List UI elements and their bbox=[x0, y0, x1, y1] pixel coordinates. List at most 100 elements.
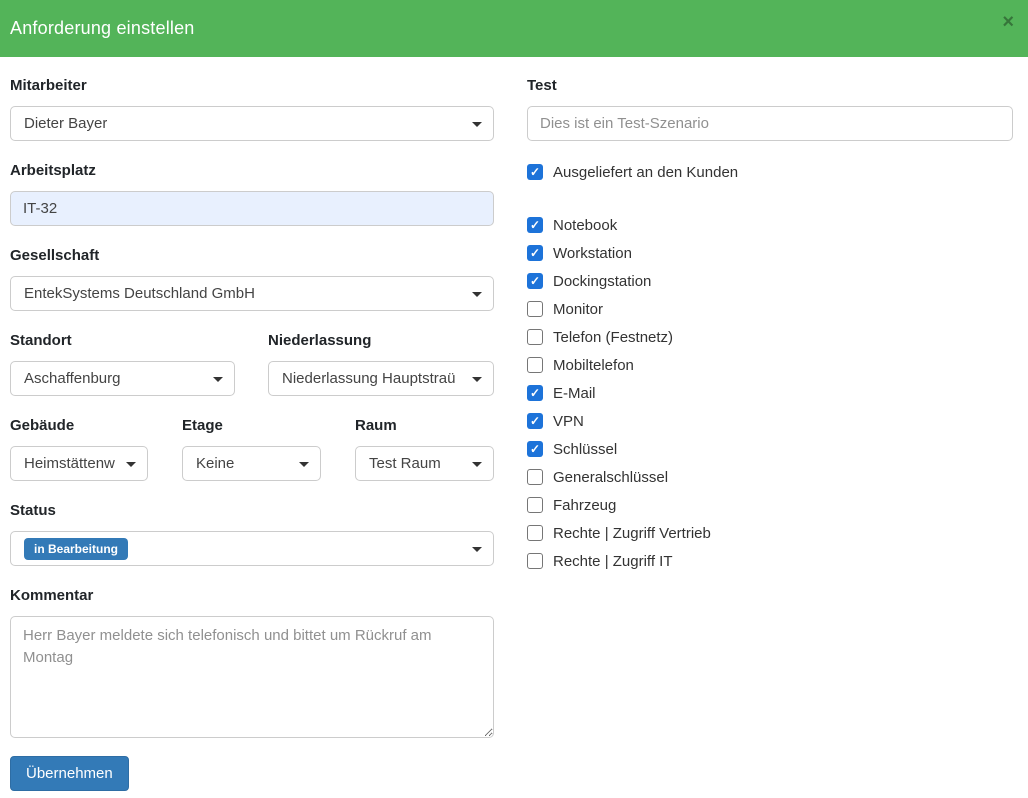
standort-label: Standort bbox=[10, 331, 235, 351]
checkbox-label: Rechte | Zugriff IT bbox=[553, 553, 673, 570]
mitarbeiter-value: Dieter Bayer bbox=[24, 115, 107, 132]
etage-label: Etage bbox=[182, 416, 321, 436]
gebaeude-label: Gebäude bbox=[10, 416, 148, 436]
chevron-down-icon bbox=[472, 122, 482, 127]
checkbox-label: Monitor bbox=[553, 301, 603, 318]
chevron-down-icon bbox=[213, 377, 223, 382]
checkbox-label: Fahrzeug bbox=[553, 497, 616, 514]
checkbox-item-monitor[interactable]: Monitor bbox=[527, 299, 1013, 319]
checkbox-unchecked-icon[interactable] bbox=[527, 469, 543, 485]
form-left-column: Mitarbeiter Dieter Bayer Arbeitsplatz Ge… bbox=[10, 76, 494, 791]
etage-value: Keine bbox=[196, 455, 234, 472]
requirement-checkbox-list: ✓ Notebook ✓ Workstation ✓ Dockingstation Moni… bbox=[527, 215, 1013, 571]
chevron-down-icon bbox=[472, 292, 482, 297]
checkbox-item-schlüssel[interactable]: ✓ Schlüssel bbox=[527, 439, 1013, 459]
checkbox-item-vpn[interactable]: ✓ VPN bbox=[527, 411, 1013, 431]
etage-select[interactable]: Keine bbox=[182, 446, 321, 481]
form-right-column: Test ✓ Ausgeliefert an den Kunden ✓ Notebo… bbox=[527, 76, 1013, 579]
checkbox-checked-icon[interactable]: ✓ bbox=[527, 273, 543, 289]
delivered-checkbox-slot: ✓ Ausgeliefert an den Kunden bbox=[527, 162, 1013, 182]
gebaeude-group: Gebäude Heimstättenw bbox=[10, 416, 148, 481]
status-select[interactable]: in Bearbeitung bbox=[10, 531, 494, 566]
modal-body: Mitarbeiter Dieter Bayer Arbeitsplatz Ge… bbox=[0, 57, 1028, 791]
mitarbeiter-label: Mitarbeiter bbox=[10, 76, 494, 96]
kommentar-label: Kommentar bbox=[10, 586, 494, 606]
chevron-down-icon bbox=[299, 462, 309, 467]
arbeitsplatz-group: Arbeitsplatz bbox=[10, 161, 494, 226]
checkbox-label: Schlüssel bbox=[553, 441, 617, 458]
checkbox-label: Rechte | Zugriff Vertrieb bbox=[553, 525, 711, 542]
checkbox-label: Mobiltelefon bbox=[553, 357, 634, 374]
status-group: Status in Bearbeitung bbox=[10, 501, 494, 566]
checkbox-checked-icon[interactable]: ✓ bbox=[527, 385, 543, 401]
test-group: Test bbox=[527, 76, 1013, 141]
niederlassung-group: Niederlassung Niederlassung Hauptstraü bbox=[268, 331, 494, 396]
checkbox-item-notebook[interactable]: ✓ Notebook bbox=[527, 215, 1013, 235]
mitarbeiter-select[interactable]: Dieter Bayer bbox=[10, 106, 494, 141]
modal-title: Anforderung einstellen bbox=[10, 18, 195, 39]
mitarbeiter-group: Mitarbeiter Dieter Bayer bbox=[10, 76, 494, 141]
checkbox-item-workstation[interactable]: ✓ Workstation bbox=[527, 243, 1013, 263]
checkbox-item-telefon-festnetz[interactable]: Telefon (Festnetz) bbox=[527, 327, 1013, 347]
checkbox-unchecked-icon[interactable] bbox=[527, 525, 543, 541]
chevron-down-icon bbox=[126, 462, 136, 467]
checkbox-checked-icon[interactable]: ✓ bbox=[527, 164, 543, 180]
checkbox-label: Dockingstation bbox=[553, 273, 651, 290]
arbeitsplatz-input[interactable] bbox=[10, 191, 494, 226]
gesellschaft-value: EntekSystems Deutschland GmbH bbox=[24, 285, 255, 302]
checkbox-unchecked-icon[interactable] bbox=[527, 301, 543, 317]
checkbox-item-dockingstation[interactable]: ✓ Dockingstation bbox=[527, 271, 1013, 291]
test-input[interactable] bbox=[527, 106, 1013, 141]
checkbox-label: E-Mail bbox=[553, 385, 596, 402]
chevron-down-icon bbox=[472, 377, 482, 382]
checkbox-unchecked-icon[interactable] bbox=[527, 553, 543, 569]
standort-value: Aschaffenburg bbox=[24, 370, 120, 387]
checkbox-item-rechte-zugriff-vertrieb[interactable]: Rechte | Zugriff Vertrieb bbox=[527, 523, 1013, 543]
status-label: Status bbox=[10, 501, 494, 521]
checkbox-unchecked-icon[interactable] bbox=[527, 497, 543, 513]
test-label: Test bbox=[527, 76, 1013, 96]
gesellschaft-label: Gesellschaft bbox=[10, 246, 494, 266]
gesellschaft-group: Gesellschaft EntekSystems Deutschland Gm… bbox=[10, 246, 494, 311]
checkbox-item-fahrzeug[interactable]: Fahrzeug bbox=[527, 495, 1013, 515]
checkbox-label: Workstation bbox=[553, 245, 632, 262]
checkbox-item-rechte-zugriff-it[interactable]: Rechte | Zugriff IT bbox=[527, 551, 1013, 571]
etage-group: Etage Keine bbox=[182, 416, 321, 481]
raum-value: Test Raum bbox=[369, 455, 441, 472]
checkbox-item-generalschlüssel[interactable]: Generalschlüssel bbox=[527, 467, 1013, 487]
checkbox-item-mobiltelefon[interactable]: Mobiltelefon bbox=[527, 355, 1013, 375]
checkbox-unchecked-icon[interactable] bbox=[527, 357, 543, 373]
checkbox-item-ausgeliefert-an-den-kunden[interactable]: ✓ Ausgeliefert an den Kunden bbox=[527, 162, 1013, 182]
checkbox-label: VPN bbox=[553, 413, 584, 430]
raum-label: Raum bbox=[355, 416, 494, 436]
uebernehmen-button[interactable]: Übernehmen bbox=[10, 756, 129, 791]
close-icon[interactable]: × bbox=[1002, 12, 1014, 32]
chevron-down-icon bbox=[472, 547, 482, 552]
gebaeude-value: Heimstättenw bbox=[24, 455, 115, 472]
checkbox-checked-icon[interactable]: ✓ bbox=[527, 441, 543, 457]
checkbox-unchecked-icon[interactable] bbox=[527, 329, 543, 345]
niederlassung-value: Niederlassung Hauptstraü bbox=[282, 370, 455, 387]
kommentar-textarea[interactable] bbox=[10, 616, 494, 738]
checkbox-checked-icon[interactable]: ✓ bbox=[527, 413, 543, 429]
checkbox-label: Telefon (Festnetz) bbox=[553, 329, 673, 346]
checkbox-label: Generalschlüssel bbox=[553, 469, 668, 486]
checkbox-label: Notebook bbox=[553, 217, 617, 234]
standort-select[interactable]: Aschaffenburg bbox=[10, 361, 235, 396]
standort-niederlassung-row: Standort Aschaffenburg Niederlassung Nie… bbox=[10, 331, 494, 396]
gebaeude-select[interactable]: Heimstättenw bbox=[10, 446, 148, 481]
checkbox-checked-icon[interactable]: ✓ bbox=[527, 217, 543, 233]
modal-header: Anforderung einstellen × bbox=[0, 0, 1028, 57]
arbeitsplatz-label: Arbeitsplatz bbox=[10, 161, 494, 181]
status-badge: in Bearbeitung bbox=[24, 538, 128, 560]
kommentar-group: Kommentar bbox=[10, 586, 494, 738]
gesellschaft-select[interactable]: EntekSystems Deutschland GmbH bbox=[10, 276, 494, 311]
checkbox-label: Ausgeliefert an den Kunden bbox=[553, 164, 738, 181]
checkbox-item-e-mail[interactable]: ✓ E-Mail bbox=[527, 383, 1013, 403]
gebaeude-etage-raum-row: Gebäude Heimstättenw Etage Keine Raum bbox=[10, 416, 494, 481]
niederlassung-label: Niederlassung bbox=[268, 331, 494, 351]
niederlassung-select[interactable]: Niederlassung Hauptstraü bbox=[268, 361, 494, 396]
checkbox-checked-icon[interactable]: ✓ bbox=[527, 245, 543, 261]
raum-select[interactable]: Test Raum bbox=[355, 446, 494, 481]
modal-anforderung: Anforderung einstellen × Mitarbeiter Die… bbox=[0, 0, 1028, 791]
